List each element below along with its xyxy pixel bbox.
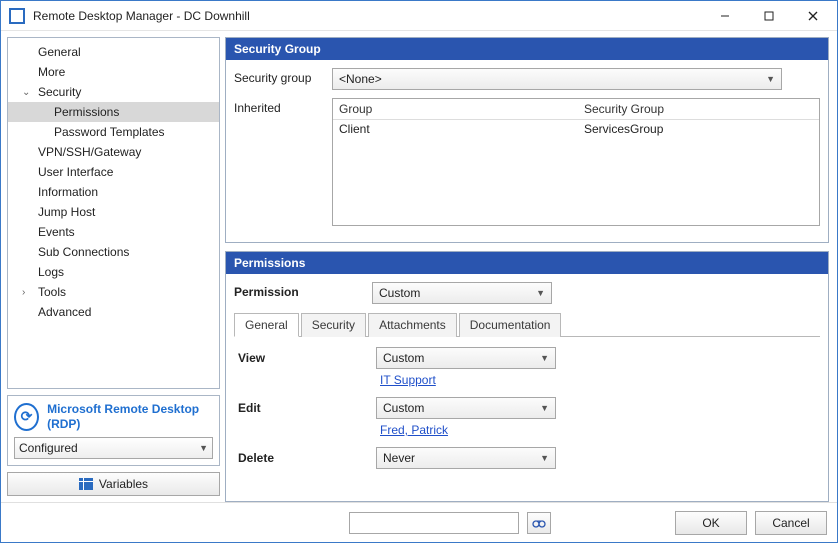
nav-label: General xyxy=(38,45,81,59)
chevron-down-icon: ▼ xyxy=(199,443,208,453)
view-value: Custom xyxy=(383,351,424,365)
content: General More ⌄ Security Permissions Password … xyxy=(1,31,837,502)
cancel-button[interactable]: Cancel xyxy=(755,511,827,535)
view-select[interactable]: Custom ▼ xyxy=(376,347,556,369)
nav-label: Events xyxy=(38,225,75,239)
right-panel: Security Group Security group <None> ▼ I… xyxy=(221,31,837,502)
tab-attachments[interactable]: Attachments xyxy=(368,313,457,337)
search-button[interactable] xyxy=(527,512,551,534)
protocol-box: ⟳ Microsoft Remote Desktop (RDP) Configu… xyxy=(7,395,220,466)
table-header: Group Security Group xyxy=(333,99,819,120)
permission-tabs: GeneralSecurityAttachmentsDocumentation xyxy=(234,312,820,337)
chevron-down-icon: ▼ xyxy=(536,288,545,298)
view-label: View xyxy=(234,351,376,365)
security-group-section: Security Group Security group <None> ▼ I… xyxy=(225,37,829,243)
inherited-label: Inherited xyxy=(234,98,332,115)
nav-item-advanced[interactable]: Advanced xyxy=(8,302,219,322)
chevron-down-icon: ▼ xyxy=(540,453,549,463)
nav-item-permissions[interactable]: Permissions xyxy=(8,102,219,122)
nav-item-information[interactable]: Information xyxy=(8,182,219,202)
nav-label: Jump Host xyxy=(38,205,95,219)
tab-security[interactable]: Security xyxy=(301,313,366,337)
variables-button[interactable]: Variables xyxy=(7,472,220,496)
edit-select[interactable]: Custom ▼ xyxy=(376,397,556,419)
chevron-down-icon: ▼ xyxy=(540,403,549,413)
inherited-table[interactable]: Group Security Group ClientServicesGroup xyxy=(332,98,820,226)
window: Remote Desktop Manager - DC Downhill Gen… xyxy=(0,0,838,543)
minimize-button[interactable] xyxy=(703,2,747,30)
edit-value: Custom xyxy=(383,401,424,415)
security-group-select[interactable]: <None> ▼ xyxy=(332,68,782,90)
table-row[interactable]: ClientServicesGroup xyxy=(333,120,819,138)
nav-label: Security xyxy=(38,85,81,99)
variables-label: Variables xyxy=(99,477,148,491)
maximize-button[interactable] xyxy=(747,2,791,30)
nav-label: Permissions xyxy=(54,105,119,119)
nav-label: User Interface xyxy=(38,165,113,179)
nav-item-security[interactable]: ⌄ Security xyxy=(8,82,219,102)
nav-label: Logs xyxy=(38,265,64,279)
nav-label: VPN/SSH/Gateway xyxy=(38,145,141,159)
permission-label: Permission xyxy=(234,282,372,299)
edit-label: Edit xyxy=(234,401,376,415)
protocol-config-value: Configured xyxy=(19,441,78,455)
view-link[interactable]: IT Support xyxy=(380,373,436,387)
delete-select[interactable]: Never ▼ xyxy=(376,447,556,469)
edit-link[interactable]: Fred, Patrick xyxy=(380,423,448,437)
permission-grid: View Custom ▼ IT Support Edit Custom ▼ xyxy=(234,337,820,469)
protocol-config-select[interactable]: Configured ▼ xyxy=(14,437,213,459)
chevron-down-icon: ▼ xyxy=(540,353,549,363)
nav-item-jump-host[interactable]: Jump Host xyxy=(8,202,219,222)
security-group-header: Security Group xyxy=(226,38,828,60)
ok-button[interactable]: OK xyxy=(675,511,747,535)
cell-security-group: ServicesGroup xyxy=(578,120,819,138)
protocol-icon: ⟳ xyxy=(14,403,39,431)
nav-item-password-templates[interactable]: Password Templates xyxy=(8,122,219,142)
nav-label: Password Templates xyxy=(54,125,165,139)
binoculars-icon xyxy=(532,517,546,529)
security-group-value: <None> xyxy=(339,72,382,86)
permission-select[interactable]: Custom ▼ xyxy=(372,282,552,304)
nav-tree[interactable]: General More ⌄ Security Permissions Password … xyxy=(7,37,220,389)
nav-label: Sub Connections xyxy=(38,245,129,259)
expand-icon: › xyxy=(22,287,34,298)
permissions-header: Permissions xyxy=(226,252,828,274)
nav-label: Information xyxy=(38,185,98,199)
nav-label: More xyxy=(38,65,65,79)
expand-icon: ⌄ xyxy=(22,87,34,98)
left-panel: General More ⌄ Security Permissions Password … xyxy=(1,31,221,502)
close-button[interactable] xyxy=(791,2,835,30)
permissions-section: Permissions Permission Custom ▼ GeneralS… xyxy=(225,251,829,502)
delete-value: Never xyxy=(383,451,415,465)
nav-label: Tools xyxy=(38,285,66,299)
nav-label: Advanced xyxy=(38,305,91,319)
chevron-down-icon: ▼ xyxy=(766,74,775,84)
tab-general[interactable]: General xyxy=(234,313,299,337)
delete-label: Delete xyxy=(234,451,376,465)
nav-item-tools[interactable]: › Tools xyxy=(8,282,219,302)
protocol-name: Microsoft Remote Desktop (RDP) xyxy=(47,402,213,431)
nav-item-vpn-ssh-gateway[interactable]: VPN/SSH/Gateway xyxy=(8,142,219,162)
footer: OK Cancel xyxy=(1,502,837,542)
col-group: Group xyxy=(333,99,578,119)
nav-item-user-interface[interactable]: User Interface xyxy=(8,162,219,182)
nav-item-events[interactable]: Events xyxy=(8,222,219,242)
nav-item-more[interactable]: More xyxy=(8,62,219,82)
titlebar: Remote Desktop Manager - DC Downhill xyxy=(1,1,837,31)
security-group-label: Security group xyxy=(234,68,332,85)
cell-group: Client xyxy=(333,120,578,138)
tab-documentation[interactable]: Documentation xyxy=(459,313,562,337)
nav-item-logs[interactable]: Logs xyxy=(8,262,219,282)
app-icon xyxy=(9,8,25,24)
permission-value: Custom xyxy=(379,286,420,300)
grid-icon xyxy=(79,478,93,490)
search-input[interactable] xyxy=(349,512,519,534)
window-title: Remote Desktop Manager - DC Downhill xyxy=(33,9,703,23)
nav-item-general[interactable]: General xyxy=(8,42,219,62)
col-security-group: Security Group xyxy=(578,99,819,119)
nav-item-sub-connections[interactable]: Sub Connections xyxy=(8,242,219,262)
